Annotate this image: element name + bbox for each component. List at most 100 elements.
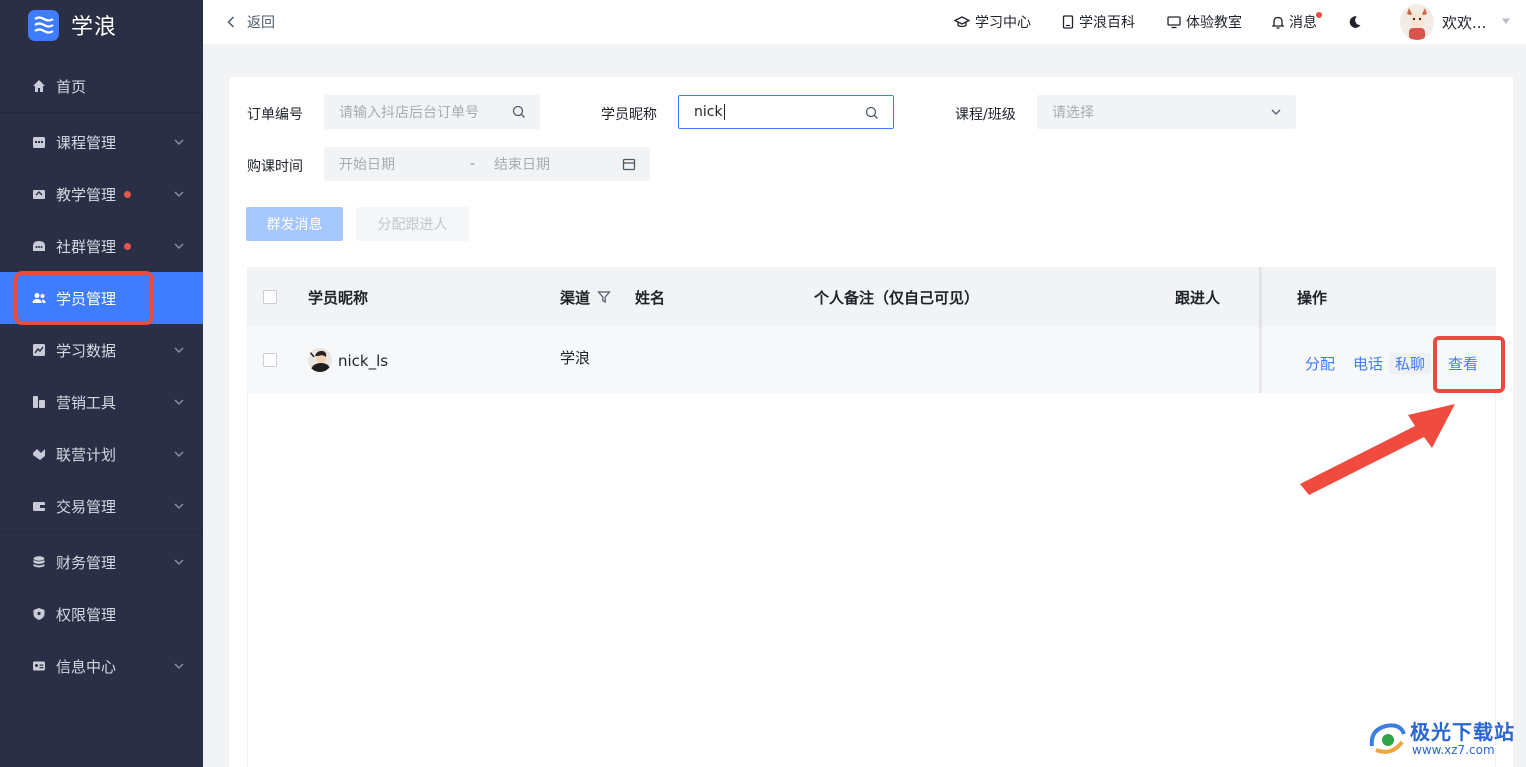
sidebar: 学浪 首页 课程管理 教学管理 社群管理 学员管理 学习数据 营销工具 联营计划… — [0, 0, 203, 767]
mass-message-button[interactable]: 群发消息 — [246, 207, 343, 241]
search-icon[interactable] — [865, 106, 879, 120]
notification-dot — [124, 242, 132, 250]
course-class-select[interactable]: 请选择 — [1037, 95, 1296, 129]
student-avatar — [308, 348, 332, 372]
chevron-left-icon — [227, 16, 235, 28]
text-caret — [723, 104, 725, 120]
calendar-icon — [32, 135, 46, 149]
top-header: 返回 学习中心 学浪百科 体验教室 消息 欢欢... — [203, 0, 1526, 44]
sidebar-divider — [0, 112, 203, 113]
chevron-down-icon — [174, 139, 184, 145]
chevron-down-icon — [174, 451, 184, 457]
header-nav-label: 学习中心 — [975, 15, 1031, 31]
sidebar-item-home[interactable]: 首页 — [0, 60, 203, 112]
chevron-down-icon — [174, 503, 184, 509]
fixed-column-shadow — [1259, 267, 1263, 393]
chevron-down-icon — [174, 663, 184, 669]
sidebar-item-data[interactable]: 学习数据 — [0, 324, 203, 376]
notification-dot — [124, 190, 132, 198]
sidebar-item-label: 营销工具 — [56, 393, 117, 412]
student-nickname-label: 学员昵称 — [601, 107, 657, 123]
filter-icon[interactable] — [597, 290, 611, 304]
shield-icon — [32, 607, 46, 621]
course-class-placeholder: 请选择 — [1052, 105, 1094, 121]
handshake-icon — [32, 447, 46, 461]
sidebar-item-teaching[interactable]: 教学管理 — [0, 168, 203, 220]
sidebar-item-students[interactable]: 学员管理 — [0, 272, 203, 324]
column-header-channel-label: 渠道 — [560, 288, 591, 307]
content-card: 订单编号 请输入抖店后台订单号 学员昵称 nick 课程/班级 请选择 购课时间… — [229, 77, 1513, 767]
sidebar-item-label: 信息中心 — [56, 657, 117, 676]
brand-logo-icon — [28, 9, 59, 41]
assign-link[interactable]: 分配 — [1305, 353, 1335, 374]
theme-toggle-button[interactable] — [1348, 0, 1367, 44]
column-header-channel: 渠道 — [560, 267, 611, 327]
users-icon — [32, 291, 46, 305]
sidebar-item-label: 交易管理 — [56, 497, 117, 516]
header-nav-learning-center[interactable]: 学习中心 — [954, 0, 1031, 44]
column-header-follower: 跟进人 — [1175, 288, 1221, 307]
sidebar-item-marketing[interactable]: 营销工具 — [0, 376, 203, 428]
watermark-text: 极光下载站 — [1410, 720, 1515, 744]
back-button[interactable]: 返回 — [227, 0, 275, 44]
column-header-name: 姓名 — [635, 288, 666, 307]
header-nav-wiki[interactable]: 学浪百科 — [1062, 0, 1135, 44]
teaching-icon — [32, 187, 46, 201]
sidebar-item-label: 课程管理 — [56, 133, 117, 152]
sidebar-item-label: 学员管理 — [56, 289, 117, 308]
message-badge-dot — [1316, 12, 1322, 18]
sidebar-item-finance[interactable]: 财务管理 — [0, 536, 203, 588]
home-icon — [32, 79, 46, 93]
sidebar-divider — [0, 532, 203, 533]
sidebar-item-label: 教学管理 — [56, 185, 117, 204]
book-icon — [1062, 15, 1074, 29]
assign-follower-button[interactable]: 分配跟进人 — [356, 207, 469, 241]
moon-icon — [1349, 16, 1361, 28]
sidebar-item-alliance[interactable]: 联营计划 — [0, 428, 203, 480]
sidebar-item-label: 社群管理 — [56, 237, 117, 256]
header-nav-trial-classroom[interactable]: 体验教室 — [1167, 0, 1242, 44]
purchase-date-range[interactable]: 开始日期 - 结束日期 — [324, 147, 650, 181]
search-icon[interactable] — [512, 105, 526, 119]
date-range-separator: - — [470, 156, 476, 172]
user-avatar[interactable] — [1400, 4, 1434, 40]
select-all-checkbox[interactable] — [263, 290, 277, 304]
sidebar-item-trade[interactable]: 交易管理 — [0, 480, 203, 532]
chevron-down-icon — [174, 399, 184, 405]
marketing-icon — [32, 395, 46, 409]
student-nickname[interactable]: nick_ls — [338, 352, 388, 370]
username[interactable]: 欢欢... — [1442, 0, 1486, 44]
sidebar-item-label: 学习数据 — [56, 341, 117, 360]
caret-down-icon[interactable] — [1501, 16, 1511, 26]
sidebar-item-course[interactable]: 课程管理 — [0, 116, 203, 168]
view-link[interactable]: 查看 — [1448, 353, 1478, 374]
header-nav-label: 消息 — [1289, 15, 1317, 31]
sidebar-item-label: 财务管理 — [56, 553, 117, 572]
bell-icon — [1272, 16, 1284, 29]
back-label: 返回 — [247, 15, 275, 31]
chevron-down-icon — [174, 243, 184, 249]
chevron-down-icon — [174, 347, 184, 353]
phone-link[interactable]: 电话 — [1353, 353, 1383, 374]
brand[interactable]: 学浪 — [28, 9, 117, 41]
table-empty-area — [247, 393, 1496, 767]
end-date-placeholder[interactable]: 结束日期 — [494, 154, 550, 174]
watermark: 极光下载站 www.xz7.com — [1366, 712, 1526, 767]
chevron-down-icon — [174, 191, 184, 197]
graduation-cap-icon — [954, 16, 970, 28]
order-number-input[interactable]: 请输入抖店后台订单号 — [324, 95, 540, 129]
header-nav-messages[interactable]: 消息 — [1272, 0, 1322, 44]
student-nickname-input[interactable]: nick — [678, 95, 894, 129]
column-header-operation: 操作 — [1297, 288, 1328, 307]
sidebar-item-info[interactable]: 信息中心 — [0, 640, 203, 692]
private-chat-link[interactable]: 私聊 — [1389, 353, 1432, 374]
sidebar-item-permission[interactable]: 权限管理 — [0, 588, 203, 640]
start-date-placeholder[interactable]: 开始日期 — [339, 154, 395, 174]
sidebar-item-community[interactable]: 社群管理 — [0, 220, 203, 272]
order-number-placeholder: 请输入抖店后台订单号 — [339, 105, 479, 121]
row-checkbox[interactable] — [263, 353, 277, 367]
calendar-icon[interactable] — [622, 157, 636, 171]
column-header-nickname: 学员昵称 — [308, 288, 369, 307]
watermark-logo-icon — [1369, 723, 1406, 754]
chat-icon — [32, 239, 46, 253]
